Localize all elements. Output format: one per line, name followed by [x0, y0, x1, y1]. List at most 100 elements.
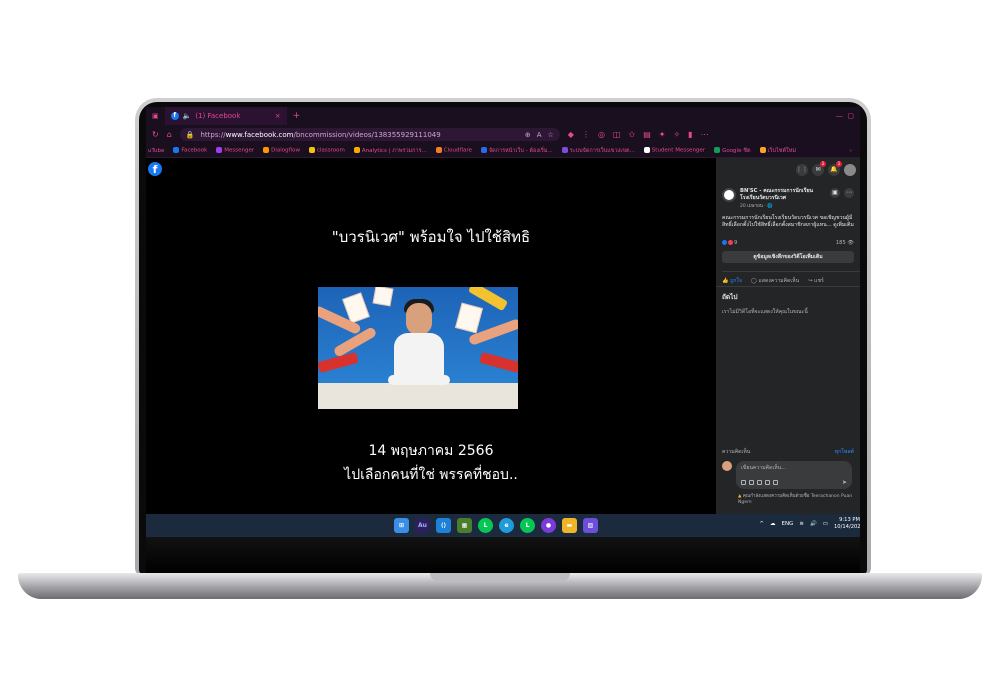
bookmark-item[interactable]: จัดการหน้าเว็บ - ต้องเริ่ม... — [480, 147, 553, 155]
page-avatar[interactable] — [722, 188, 736, 202]
url-field[interactable]: 🔒 https://www.facebook.com/bncommission/… — [179, 128, 560, 141]
home-icon[interactable]: ⌂ — [167, 130, 172, 139]
facebook-logo-icon[interactable]: f — [148, 162, 162, 176]
save-post-icon[interactable]: ▣ — [830, 188, 840, 198]
post-header: BN'SC - คณะกรรมการนักเรียนโรงเรียนวัดบวร… — [722, 188, 856, 209]
bookmark-item[interactable]: Google ชีต — [714, 147, 751, 155]
extension-2-icon[interactable]: ⋮ — [582, 130, 590, 139]
extension-4-icon[interactable]: ✦ — [659, 130, 666, 139]
cloud-icon[interactable]: ☁ — [770, 521, 776, 527]
clock-date: 10/14/2023 — [834, 524, 860, 530]
bookmark-item[interactable]: uTube — [148, 148, 164, 154]
account-avatar[interactable] — [844, 164, 856, 176]
tray-overflow-icon[interactable]: ^ — [759, 521, 764, 527]
zoom-icon[interactable]: ⊕ — [525, 131, 531, 139]
vscode-icon[interactable]: ⟨⟩ — [436, 518, 451, 533]
comment-input[interactable]: เขียนความคิดเห็น... ➤ — [736, 461, 852, 489]
post-text: คณะกรรมการนักเรียนโรงเรียนวัดบวรนิเวศ ขอ… — [722, 215, 854, 228]
comments-label: ความคิดเห็น — [722, 449, 751, 455]
messenger-icon[interactable]: ✉ 1 — [812, 161, 826, 176]
extension-3-icon[interactable]: ◎ — [598, 130, 605, 139]
sticker-icon[interactable] — [741, 480, 746, 485]
emoji-icon[interactable] — [749, 480, 754, 485]
post-actions: 👍 ถูกใจ ◯ แสดงความคิดเห็น ↪ แชร์ — [722, 271, 860, 285]
video-player[interactable]: f "บวรนิเวศ" พร้อมใจ ไปใช้สิทธิ 14 พฤษภา… — [146, 158, 716, 514]
menu-grid-icon[interactable]: ⋮⋮ — [796, 164, 808, 176]
like-button[interactable]: 👍 ถูกใจ — [722, 277, 742, 285]
bookmarks-overflow-icon[interactable]: › — [850, 148, 858, 154]
system-tray: ^ ☁ ENG ≋ 🔊 ▭ 9:13 PM 10/14/2023 — [759, 517, 860, 531]
page-icon — [480, 147, 487, 153]
website-icon — [759, 147, 766, 153]
comment-button[interactable]: ◯ แสดงความคิดเห็น — [751, 277, 799, 285]
avatar-sticker-icon[interactable] — [773, 480, 778, 485]
video-subtitle-text: ไปเลือกคนที่ใช่ พรรคที่ชอบ.. — [344, 467, 518, 483]
gif-icon[interactable] — [765, 480, 770, 485]
like-reaction-icon — [722, 240, 727, 245]
video-date-text: 14 พฤษภาคม 2566 — [368, 443, 494, 459]
bookmark-item[interactable]: Cloudflare — [435, 147, 472, 154]
browser-tab-facebook[interactable]: f 🔈 (1) Facebook × — [164, 107, 287, 125]
battery-icon[interactable]: ▭ — [823, 521, 828, 527]
laptop-notch — [430, 573, 570, 581]
video-insights-button[interactable]: ดูข้อมูลเชิงลึกของวิดีโอเพิ่มเติม — [722, 251, 854, 263]
window-controls[interactable]: — ▢ — [836, 112, 860, 120]
new-tab-button[interactable]: + — [287, 111, 307, 121]
favorites-icon[interactable]: ✩ — [628, 130, 635, 139]
notification-badge: 1 — [820, 161, 826, 167]
audition-icon[interactable]: Au — [415, 518, 430, 533]
file-explorer-icon[interactable]: ▬ — [562, 518, 577, 533]
classroom-icon — [308, 147, 315, 154]
tab-close-button[interactable]: × — [275, 112, 281, 120]
post-timestamp[interactable]: 20 เมษายน · 🌐 — [740, 202, 826, 209]
camera-icon[interactable] — [757, 480, 762, 485]
photos-icon[interactable]: ▧ — [583, 518, 598, 533]
keyboard-reflection — [146, 537, 860, 573]
view-count: 185 👁 — [835, 240, 854, 246]
bookmark-item[interactable]: Messenger — [216, 147, 254, 154]
split-screen-icon[interactable]: ◫ — [613, 130, 621, 139]
bookmark-item[interactable]: Dialogflow — [263, 147, 300, 154]
comments-sort-dropdown[interactable]: ทุกโพสต์ — [835, 448, 854, 456]
collections-icon[interactable]: ▤ — [643, 130, 651, 139]
share-button[interactable]: ↪ แชร์ — [808, 277, 824, 285]
line-2-icon[interactable]: L — [520, 518, 535, 533]
wifi-icon[interactable]: ≋ — [799, 521, 804, 527]
google-sheets-icon — [714, 147, 721, 153]
bookmark-item[interactable]: Analytics | ภาพรวมการ... — [353, 147, 427, 155]
comment-tools — [741, 480, 778, 485]
reaction-summary[interactable]: 9 185 👁 — [722, 240, 854, 246]
bookmark-item[interactable]: ระบบจัดการเว็บแขวงเขต... — [561, 147, 635, 155]
settings-menu-icon[interactable]: ⋯ — [701, 130, 709, 139]
clock[interactable]: 9:13 PM 10/14/2023 — [834, 517, 860, 531]
video-side-panel: ⋮⋮ ✉ 1 🔔 1 BN'SC - คณะกรรมการนักเรียนโรงเร… — [716, 158, 860, 514]
windows-start-icon[interactable]: ⊞ — [394, 518, 409, 533]
favorite-star-icon[interactable]: ☆ — [548, 131, 554, 139]
refresh-icon[interactable]: ↻ — [152, 130, 159, 139]
github-icon[interactable]: ● — [541, 518, 556, 533]
line-icon[interactable]: L — [478, 518, 493, 533]
volume-icon[interactable]: 🔊 — [810, 521, 817, 527]
page-name-link[interactable]: BN'SC - คณะกรรมการนักเรียนโรงเรียนวัดบวร… — [740, 188, 826, 201]
next-videos-heading: ถัดไป — [722, 293, 738, 301]
tab-actions-icon[interactable]: ▣ — [146, 112, 165, 120]
bookmark-item[interactable]: Student Messenger — [643, 147, 705, 154]
edge-icon[interactable]: e — [499, 518, 514, 533]
bookmark-item[interactable]: เว็บไซต์ใหม่ — [759, 147, 796, 155]
notifications-bell-icon[interactable]: 🔔 1 — [828, 161, 842, 176]
divider — [716, 286, 860, 287]
facebook-favicon-icon: f — [170, 112, 179, 120]
windows-taskbar: ⊞ Au ⟨⟩ ▦ L e L ● ▬ ▧ ^ ☁ ENG ≋ 🔊 ▭ 9:13… — [146, 514, 860, 537]
bookmark-item[interactable]: Facebook — [173, 147, 207, 154]
extensions-icon[interactable]: ✧ — [673, 130, 680, 139]
read-aloud-icon[interactable]: A — [537, 131, 542, 139]
extension-icon[interactable]: ◆ — [568, 130, 574, 139]
minecraft-icon[interactable]: ▦ — [457, 518, 472, 533]
more-options-icon[interactable]: ⋯ — [844, 188, 854, 198]
bookmark-item[interactable]: classroom — [308, 147, 345, 154]
send-icon[interactable]: ➤ — [842, 479, 847, 486]
profile-icon[interactable]: ▮ — [688, 130, 692, 139]
facebook-icon — [173, 147, 180, 154]
speaker-icon[interactable]: 🔈 — [183, 112, 192, 120]
language-indicator[interactable]: ENG — [781, 521, 793, 527]
